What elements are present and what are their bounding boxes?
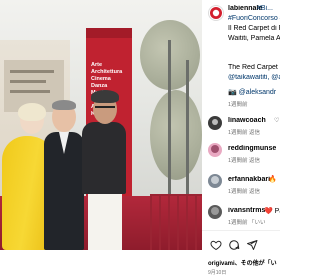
author-avatar[interactable] bbox=[208, 5, 224, 21]
comment-icon[interactable] bbox=[228, 239, 240, 251]
caption-text: Waititi, Pamela A bbox=[228, 35, 280, 42]
commenter-avatar[interactable] bbox=[208, 174, 222, 188]
reply-button[interactable]: 返信 bbox=[249, 156, 260, 164]
comment-like-icon[interactable]: ♡ bbox=[274, 117, 279, 124]
comment-time: 1週間前 bbox=[228, 158, 248, 164]
caption-time: 1週間前 bbox=[228, 102, 248, 108]
comment-text: ❤️ Pa bbox=[264, 208, 280, 215]
commenter-username[interactable]: ivansntrms bbox=[228, 207, 265, 214]
comment-likes-link[interactable]: 「いい bbox=[249, 218, 266, 226]
reply-button[interactable]: 返信 bbox=[249, 128, 260, 136]
caption-text: The Red Carpet o bbox=[228, 64, 280, 71]
person-white-trousers bbox=[80, 90, 130, 250]
comment-text: 🔥 bbox=[268, 176, 277, 183]
caption-photo-credit[interactable]: 📷 @aleksandr bbox=[228, 88, 280, 96]
action-bar: origivami、その他が「い 9月10日 bbox=[202, 230, 280, 280]
pole bbox=[168, 40, 171, 200]
comment-time: 1週間前 bbox=[228, 189, 248, 195]
share-icon[interactable] bbox=[246, 239, 258, 251]
reply-button[interactable]: 返信 bbox=[249, 187, 260, 195]
comment-time: 1週間前 bbox=[228, 220, 248, 226]
banner-top bbox=[86, 28, 132, 38]
caption-hashtags[interactable]: #FuoriConcorso # bbox=[228, 15, 280, 22]
caption-text: Il Red Carpet di F bbox=[228, 25, 280, 32]
commenter-username[interactable]: linawcoach bbox=[228, 117, 274, 124]
commenter-avatar[interactable] bbox=[208, 116, 222, 130]
commenter-username[interactable]: reddingmunsell bbox=[228, 145, 276, 152]
commenter-avatar[interactable] bbox=[208, 143, 222, 157]
page-background bbox=[0, 250, 202, 280]
caption-mentions[interactable]: @taikawaititi, @a bbox=[228, 74, 280, 81]
liked-by-text[interactable]: origivami、その他が「い bbox=[208, 258, 280, 267]
pole bbox=[186, 60, 189, 200]
commenter-avatar[interactable] bbox=[208, 205, 222, 219]
post-photo[interactable]: Arte Architettura Cinema Danza Musica Te… bbox=[0, 0, 202, 250]
commenter-username[interactable]: erfannakbari bbox=[228, 176, 270, 183]
heart-icon[interactable] bbox=[210, 239, 222, 251]
railing bbox=[150, 194, 202, 250]
tree bbox=[150, 90, 202, 180]
comment-time: 1週間前 bbox=[228, 130, 248, 136]
caption-hashtag[interactable]: #Bi... bbox=[257, 5, 280, 12]
post-date: 9月10日 bbox=[208, 270, 227, 276]
